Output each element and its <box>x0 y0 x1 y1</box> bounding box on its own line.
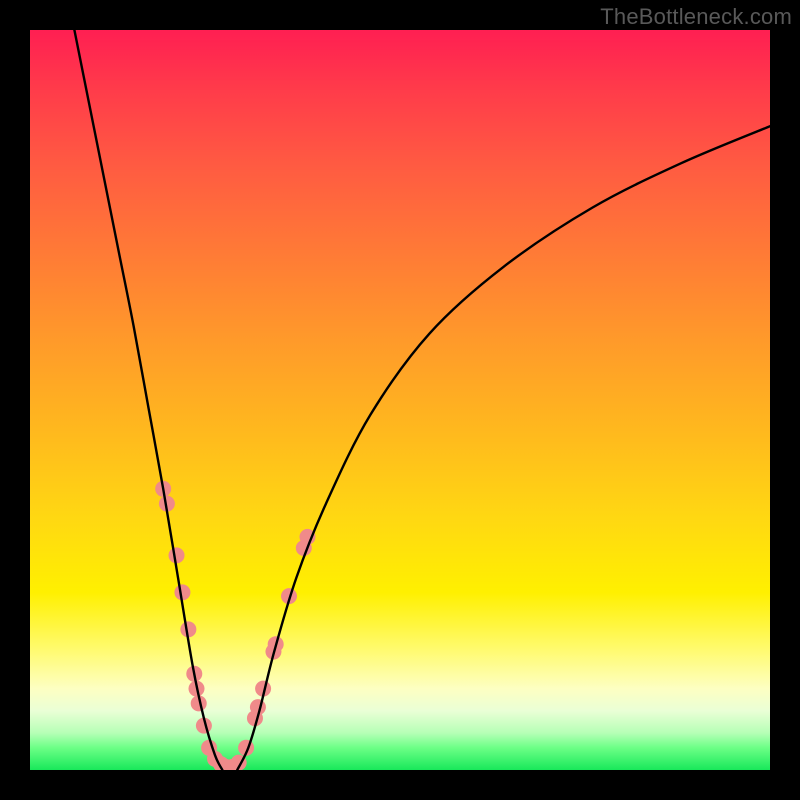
watermark-text: TheBottleneck.com <box>600 4 792 30</box>
right-branch-curve <box>237 126 770 770</box>
highlight-point <box>169 547 185 563</box>
plot-area <box>30 30 770 770</box>
left-branch-curve <box>74 30 222 770</box>
chart-frame: TheBottleneck.com <box>0 0 800 800</box>
curve-svg <box>30 30 770 770</box>
highlight-markers <box>155 481 315 770</box>
